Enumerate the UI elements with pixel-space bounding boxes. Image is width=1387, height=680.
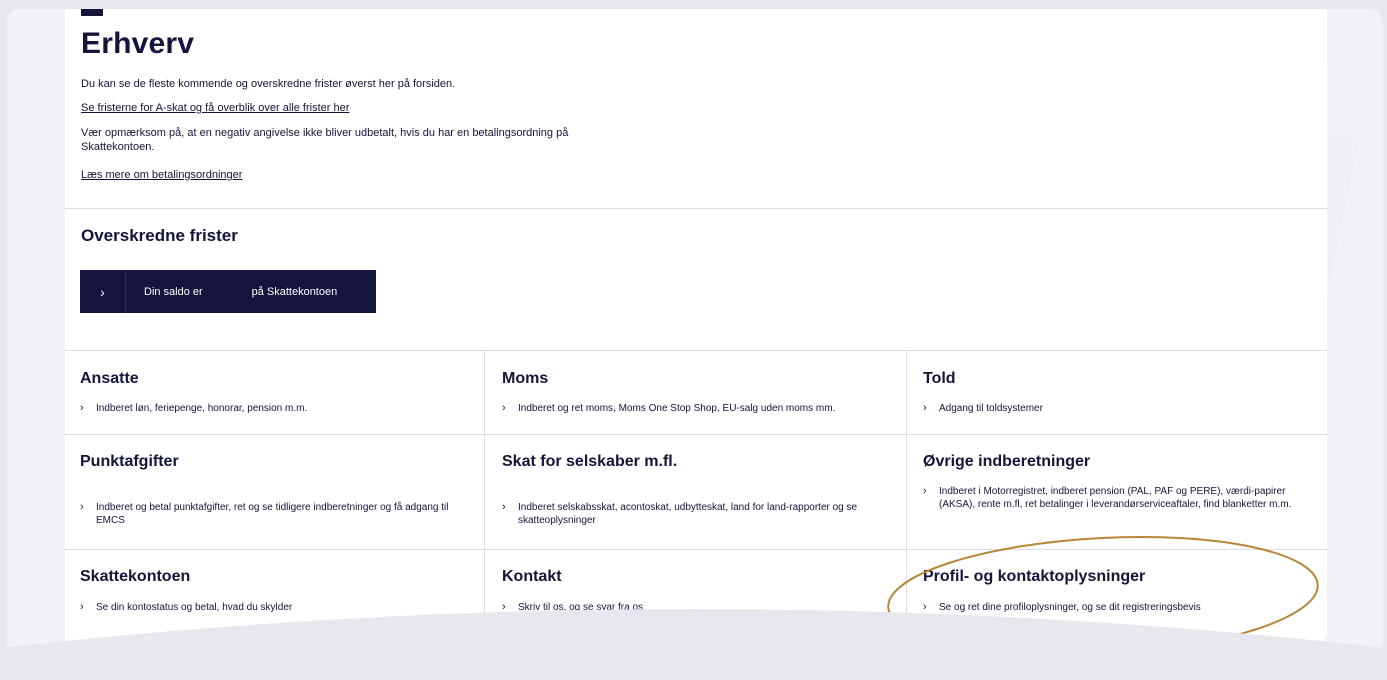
saldo-button-label: Din saldo er på Skattekontoen — [144, 285, 338, 298]
tile-profil-og-kontaktoplysninger[interactable]: Profil- og kontaktoplysninger › Se og re… — [908, 550, 1329, 636]
chevron-right-icon: › — [502, 601, 506, 613]
tile-link[interactable]: › Indberet selskabsskat, acontoskat, udb… — [502, 501, 897, 527]
intro-text-deadlines: Du kan se de fleste kommende og overskre… — [81, 78, 456, 90]
page-title: Erhverv — [81, 27, 195, 60]
chevron-right-icon: › — [80, 402, 84, 414]
chevron-right-icon: › — [80, 501, 84, 513]
tile-link[interactable]: › Indberet i Motorregistret, indberet pe… — [923, 485, 1318, 511]
chevron-right-icon: › — [80, 601, 84, 613]
tile-link[interactable]: › Indberet løn, feriepenge, honorar, pen… — [80, 402, 475, 415]
tile-link[interactable]: › Indberet og ret moms, Moms One Stop Sh… — [502, 402, 897, 415]
chevron-right-icon: › — [923, 485, 927, 497]
tile-title: Skat for selskaber m.fl. — [502, 453, 678, 470]
tile-link[interactable]: › Skriv til os, og se svar fra os — [502, 601, 897, 614]
chevron-right-icon: › — [923, 402, 927, 414]
tile-link-text: Se og ret dine profiloplysninger, og se … — [939, 602, 1201, 613]
tile-link[interactable]: › Se din kontostatus og betal, hvad du s… — [80, 601, 475, 614]
tile-skattekontoen[interactable]: Skattekontoen › Se din kontostatus og be… — [65, 550, 486, 636]
tile-title: Moms — [502, 370, 549, 387]
chevron-right-icon: › — [502, 501, 506, 513]
tile-title: Ansatte — [80, 370, 139, 387]
tile-title: Profil- og kontaktoplysninger — [923, 568, 1146, 585]
tile-title: Punktafgifter — [80, 453, 179, 470]
chevron-right-icon: › — [80, 270, 126, 313]
overdue-section-title: Overskredne frister — [81, 226, 238, 245]
tile-link-text: Skriv til os, og se svar fra os — [518, 602, 644, 613]
tile-title: Told — [923, 370, 956, 387]
saldo-button[interactable]: › Din saldo er på Skattekontoen — [80, 270, 376, 313]
tile-link[interactable]: › Indberet og betal punktafgifter, ret o… — [80, 501, 475, 527]
payment-plan-link[interactable]: Læs mere om betalingsordninger — [81, 169, 242, 181]
tile-link[interactable]: › Se og ret dine profiloplysninger, og s… — [923, 601, 1318, 614]
tile-kontakt[interactable]: Kontakt › Skriv til os, og se svar fra o… — [487, 550, 908, 636]
tile-title: Kontakt — [502, 568, 562, 585]
tile-told[interactable]: Told › Adgang til toldsystemer — [908, 350, 1329, 434]
top-accent-bar — [81, 9, 103, 16]
tile-link-text: Indberet løn, feriepenge, honorar, pensi… — [96, 403, 308, 414]
tile-link-text: Adgang til toldsystemer — [939, 403, 1043, 414]
tile-title: Øvrige indberetninger — [923, 453, 1091, 470]
tile-moms[interactable]: Moms › Indberet og ret moms, Moms One St… — [487, 350, 908, 434]
tile-link[interactable]: › Adgang til toldsystemer — [923, 402, 1318, 415]
a-skat-deadlines-link[interactable]: Se fristerne for A-skat og få overblik o… — [81, 102, 349, 114]
tile-link-text: Indberet i Motorregistret, indberet pens… — [939, 486, 1292, 510]
chevron-right-icon: › — [502, 402, 506, 414]
tile-skat-for-selskaber[interactable]: Skat for selskaber m.fl. › Indberet sels… — [487, 435, 908, 549]
tile-link-text: Se din kontostatus og betal, hvad du sky… — [96, 602, 293, 613]
chevron-right-icon: › — [923, 601, 927, 613]
tile-link-text: Indberet og ret moms, Moms One Stop Shop… — [518, 403, 836, 414]
tile-oevrige-indberetninger[interactable]: Øvrige indberetninger › Indberet i Motor… — [908, 435, 1329, 549]
erhverv-page: Erhverv Du kan se de fleste kommende og … — [65, 9, 1327, 636]
frame-left-panel — [7, 9, 65, 669]
tile-title: Skattekontoen — [80, 568, 191, 585]
tile-link-text: Indberet og betal punktafgifter, ret og … — [96, 502, 449, 526]
tile-ansatte[interactable]: Ansatte › Indberet løn, feriepenge, hono… — [65, 350, 486, 434]
intro-text-payment-plan: Vær opmærksom på, at en negativ angivels… — [81, 127, 569, 153]
tile-punktafgifter[interactable]: Punktafgifter › Indberet og betal punkta… — [65, 435, 486, 549]
tile-link-text: Indberet selskabsskat, acontoskat, udbyt… — [518, 502, 858, 526]
divider — [65, 208, 1327, 209]
